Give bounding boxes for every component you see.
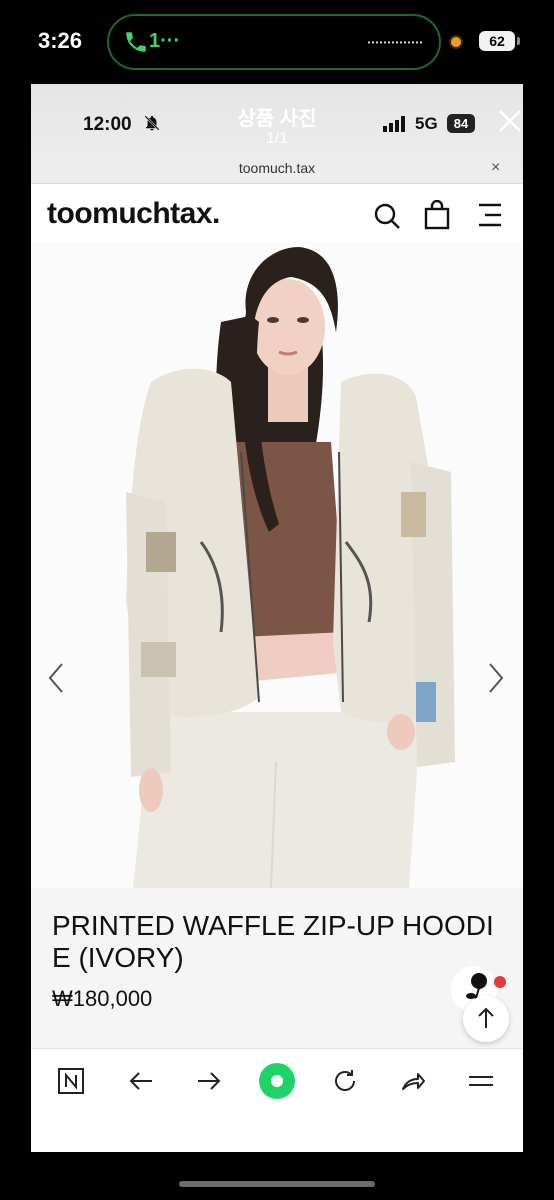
more-button[interactable] bbox=[459, 1063, 503, 1099]
naver-button[interactable] bbox=[49, 1063, 93, 1099]
search-icon[interactable] bbox=[373, 202, 401, 230]
gallery-count: 1/1 bbox=[265, 130, 289, 147]
outer-clock: 3:26 bbox=[38, 28, 83, 53]
site-logo[interactable]: toomuchtax. bbox=[47, 197, 220, 231]
scroll-top-button[interactable] bbox=[463, 996, 509, 1042]
product-info: PRINTED WAFFLE ZIP-UP HOODIE (IVORY) ₩18… bbox=[31, 888, 523, 1048]
menu-lines-icon bbox=[469, 1076, 493, 1086]
browser-toolbar bbox=[31, 1048, 523, 1152]
home-button[interactable] bbox=[255, 1063, 299, 1099]
naver-icon bbox=[58, 1068, 84, 1094]
refresh-icon bbox=[335, 1070, 355, 1091]
back-button[interactable] bbox=[119, 1063, 163, 1099]
arrow-left-icon[interactable] bbox=[46, 660, 66, 696]
menu-icon[interactable] bbox=[477, 202, 503, 228]
signal-icon bbox=[383, 116, 405, 132]
outer-battery: 62 bbox=[479, 31, 520, 51]
forward-button[interactable] bbox=[187, 1063, 231, 1099]
address-bar-close[interactable]: × bbox=[491, 159, 500, 177]
call-duration: 1··· bbox=[149, 30, 181, 52]
audio-waveform bbox=[367, 41, 423, 44]
inner-header: 12:00 상품 사진 1/1 5G 84 toomuch.tax × bbox=[31, 84, 523, 184]
screenshot-viewer: 12:00 상품 사진 1/1 5G 84 toomuch.tax × toom… bbox=[31, 84, 523, 1152]
arrow-right-icon[interactable] bbox=[486, 660, 506, 696]
close-icon[interactable] bbox=[497, 108, 523, 134]
inner-battery: 84 bbox=[447, 114, 475, 133]
address-bar-url[interactable]: toomuch.tax bbox=[31, 160, 523, 176]
home-indicator[interactable] bbox=[179, 1181, 375, 1187]
outer-status-bar: 3:26 1··· 62 bbox=[0, 0, 554, 84]
model-illustration bbox=[31, 242, 523, 888]
notification-dot bbox=[494, 976, 506, 988]
bag-icon[interactable] bbox=[424, 200, 450, 230]
share-icon bbox=[402, 1073, 425, 1090]
phone-icon bbox=[126, 32, 146, 52]
back-icon bbox=[129, 1072, 152, 1090]
forward-icon bbox=[198, 1072, 221, 1090]
product-price: ₩180,000 bbox=[52, 986, 153, 1011]
mic-indicator-dot bbox=[449, 35, 463, 49]
share-button[interactable] bbox=[391, 1063, 435, 1099]
active-call-pill[interactable]: 1··· bbox=[107, 14, 441, 70]
network-type: 5G bbox=[415, 114, 438, 133]
product-image[interactable] bbox=[31, 242, 523, 888]
arrow-up-icon bbox=[478, 1007, 494, 1028]
refresh-button[interactable] bbox=[323, 1063, 367, 1099]
product-name: PRINTED WAFFLE ZIP-UP HOODIE (IVORY) bbox=[52, 910, 494, 973]
home-icon bbox=[259, 1063, 295, 1099]
